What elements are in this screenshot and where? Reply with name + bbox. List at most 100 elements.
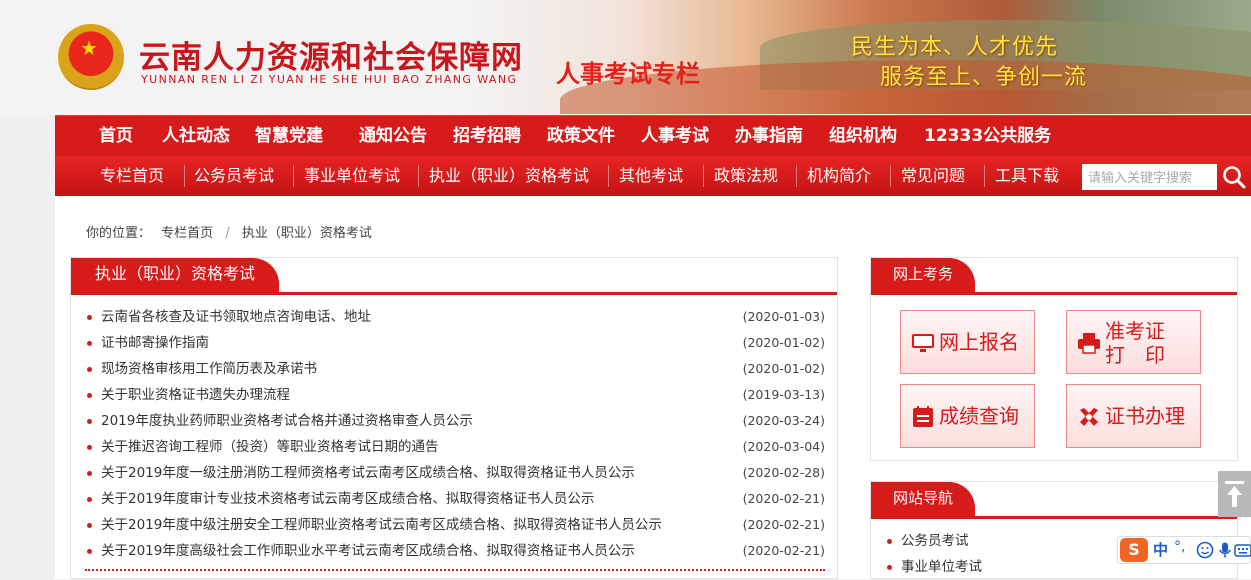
main-nav-item-party[interactable]: 智慧党建 [255, 116, 323, 156]
news-title[interactable]: 云南省各核查及证书领取地点咨询电话、地址 [101, 304, 371, 330]
news-item[interactable]: 关于2019年度一级注册消防工程师资格考试云南考区成绩合格、拟取得资格证书人员公… [85, 460, 825, 486]
main-nav-item-news[interactable]: 人社动态 [162, 116, 230, 156]
news-title[interactable]: 证书邮寄操作指南 [101, 330, 209, 356]
news-title[interactable]: 关于职业资格证书遗失办理流程 [101, 382, 290, 408]
microphone-icon[interactable] [1216, 541, 1234, 559]
nav-divider [984, 165, 985, 187]
breadcrumb-separator: / [225, 226, 230, 241]
site-guide-item-label[interactable]: 公务员考试 [901, 533, 969, 549]
site-guide-item[interactable]: 事业单位考试 [887, 554, 982, 580]
breadcrumb: 你的位置： 专栏首页 / 执业（职业）资格考试 [86, 222, 372, 241]
news-date: (2020-01-02) [742, 361, 825, 376]
news-title[interactable]: 现场资格审核用工作简历表及承诺书 [101, 356, 317, 382]
main-nav-item-home[interactable]: 首页 [99, 116, 133, 156]
main-nav-item-org[interactable]: 组织机构 [829, 116, 897, 156]
bullet-icon [87, 523, 92, 528]
main-nav-item-policy[interactable]: 政策文件 [547, 116, 615, 156]
news-title[interactable]: 2019年度执业药师职业资格考试合格并通过资格审查人员公示 [101, 408, 473, 434]
news-date: (2020-02-21) [742, 491, 825, 506]
arrow-up-icon [1225, 481, 1244, 507]
search-button[interactable] [1220, 162, 1248, 192]
main-nav-item-notice[interactable]: 通知公告 [359, 116, 427, 156]
bullet-icon [887, 565, 892, 570]
news-item[interactable]: 2019年度执业药师职业资格考试合格并通过资格审查人员公示 (2020-03-24… [85, 408, 825, 434]
news-item[interactable]: 关于推迟咨询工程师（投资）等职业资格考试日期的通告 (2020-03-04) [85, 434, 825, 460]
online-exam-panel-header: 网上考务 [871, 258, 1237, 295]
site-guide-item-label[interactable]: 事业单位考试 [901, 559, 982, 575]
news-item[interactable]: 关于2019年度高级社会工作师职业水平考试云南考区成绩合格、拟取得资格证书人员公… [85, 538, 825, 564]
sub-nav-item-faq[interactable]: 常见问题 [901, 156, 965, 196]
bullet-icon [87, 419, 92, 424]
bullet-icon [87, 549, 92, 554]
news-title[interactable]: 关于2019年度高级社会工作师职业水平考试云南考区成绩合格、拟取得资格证书人员公… [101, 538, 635, 564]
breadcrumb-item-current[interactable]: 执业（职业）资格考试 [242, 226, 372, 241]
sub-nav-item-downloads[interactable]: 工具下载 [995, 156, 1059, 196]
ime-toolbar[interactable]: S 中 °, [1117, 536, 1251, 564]
nav-divider [418, 165, 419, 187]
site-title[interactable]: 云南人力资源和社会保障网 [139, 32, 523, 77]
sub-nav-item-regulations[interactable]: 政策法规 [714, 156, 778, 196]
bullet-icon [87, 393, 92, 398]
online-exam-panel: 网上考务 网上报名 准考证打 印 成绩查询 证书办理 [870, 257, 1238, 461]
news-panel-header: 执业（职业）资格考试 [71, 258, 837, 295]
news-item[interactable]: 关于2019年度审计专业技术资格考试云南考区成绩合格、拟取得资格证书人员公示 (2… [85, 486, 825, 512]
ime-language-toggle[interactable]: 中 [1153, 539, 1168, 560]
sub-nav-item-public-institution[interactable]: 事业单位考试 [304, 156, 400, 196]
bullet-icon [87, 445, 92, 450]
sub-nav-item-about[interactable]: 机构简介 [807, 156, 871, 196]
search-input[interactable] [1082, 164, 1217, 190]
news-item[interactable]: 云南省各核查及证书领取地点咨询电话、地址 (2020-01-03) [85, 304, 825, 330]
main-nav-item-guide[interactable]: 办事指南 [735, 116, 803, 156]
admit-card-label: 准考证打 印 [1105, 319, 1165, 367]
nav-divider [796, 165, 797, 187]
news-item[interactable]: 关于职业资格证书遗失办理流程 (2019-03-13) [85, 382, 825, 408]
ime-punctuation-toggle[interactable]: °, [1174, 539, 1185, 555]
score-query-button[interactable]: 成绩查询 [900, 384, 1035, 448]
emoji-icon[interactable] [1196, 541, 1214, 559]
news-date: (2019-03-13) [742, 387, 825, 402]
news-date: (2020-02-21) [742, 517, 825, 532]
news-title[interactable]: 关于2019年度一级注册消防工程师资格考试云南考区成绩合格、拟取得资格证书人员公… [101, 460, 635, 486]
news-list-divider [85, 569, 825, 571]
online-registration-button[interactable]: 网上报名 [900, 310, 1035, 374]
site-guide-item[interactable]: 公务员考试 [887, 528, 982, 554]
sub-nav-item-home[interactable]: 专栏首页 [100, 156, 164, 196]
site-guide-list: 公务员考试 事业单位考试 [887, 528, 982, 580]
sub-nav-item-qualification[interactable]: 执业（职业）资格考试 [429, 156, 589, 196]
search-icon [1223, 166, 1246, 189]
nav-divider [293, 165, 294, 187]
back-to-top-button[interactable] [1218, 471, 1251, 517]
site-pinyin: YUNNAN REN LI ZI YUAN HE SHE HUI BAO ZHA… [141, 73, 518, 86]
news-item[interactable]: 关于2019年度中级注册安全工程师职业资格考试云南考区成绩合格、拟取得资格证书人… [85, 512, 825, 538]
nav-divider [608, 165, 609, 187]
special-column-title: 人事考试专栏 [556, 59, 700, 88]
news-title[interactable]: 关于2019年度审计专业技术资格考试云南考区成绩合格、拟取得资格证书人员公示 [101, 486, 594, 512]
news-title[interactable]: 关于2019年度中级注册安全工程师职业资格考试云南考区成绩合格、拟取得资格证书人… [101, 512, 662, 538]
news-item[interactable]: 证书邮寄操作指南 (2020-01-02) [85, 330, 825, 356]
sub-nav-item-civil-servant[interactable]: 公务员考试 [194, 156, 274, 196]
main-nav-item-12333[interactable]: 12333公共服务 [924, 116, 1051, 156]
bullet-icon [87, 315, 92, 320]
main-nav-item-recruit[interactable]: 招考招聘 [453, 116, 521, 156]
main-nav-item-exam[interactable]: 人事考试 [641, 116, 709, 156]
monitor-icon [912, 334, 934, 352]
news-item[interactable]: 现场资格审核用工作简历表及承诺书 (2020-01-02) [85, 356, 825, 382]
bullet-icon [87, 497, 92, 502]
main-nav: 首页 人社动态 智慧党建 通知公告 招考招聘 政策文件 人事考试 办事指南 组织… [55, 115, 1251, 156]
nav-divider [184, 165, 185, 187]
news-panel: 执业（职业）资格考试 云南省各核查及证书领取地点咨询电话、地址 (2020-01-… [70, 257, 838, 579]
slogan-line-1: 民生为本、人才优先 [851, 35, 1059, 60]
news-date: (2020-02-21) [742, 543, 825, 558]
sub-nav-item-other-exams[interactable]: 其他考试 [619, 156, 683, 196]
news-list: 云南省各核查及证书领取地点咨询电话、地址 (2020-01-03) 证书邮寄操作指… [85, 304, 825, 564]
keyboard-icon[interactable] [1234, 541, 1251, 559]
certificate-service-button[interactable]: 证书办理 [1066, 384, 1201, 448]
admit-card-print-button[interactable]: 准考证打 印 [1066, 310, 1201, 374]
certificate-service-label: 证书办理 [1105, 404, 1185, 428]
printer-icon [1078, 333, 1100, 354]
breadcrumb-item-home[interactable]: 专栏首页 [161, 226, 213, 241]
nav-divider [703, 165, 704, 187]
news-title[interactable]: 关于推迟咨询工程师（投资）等职业资格考试日期的通告 [101, 434, 439, 460]
national-emblem-logo[interactable]: ★ [58, 24, 124, 90]
sogou-logo-icon[interactable]: S [1120, 538, 1148, 562]
